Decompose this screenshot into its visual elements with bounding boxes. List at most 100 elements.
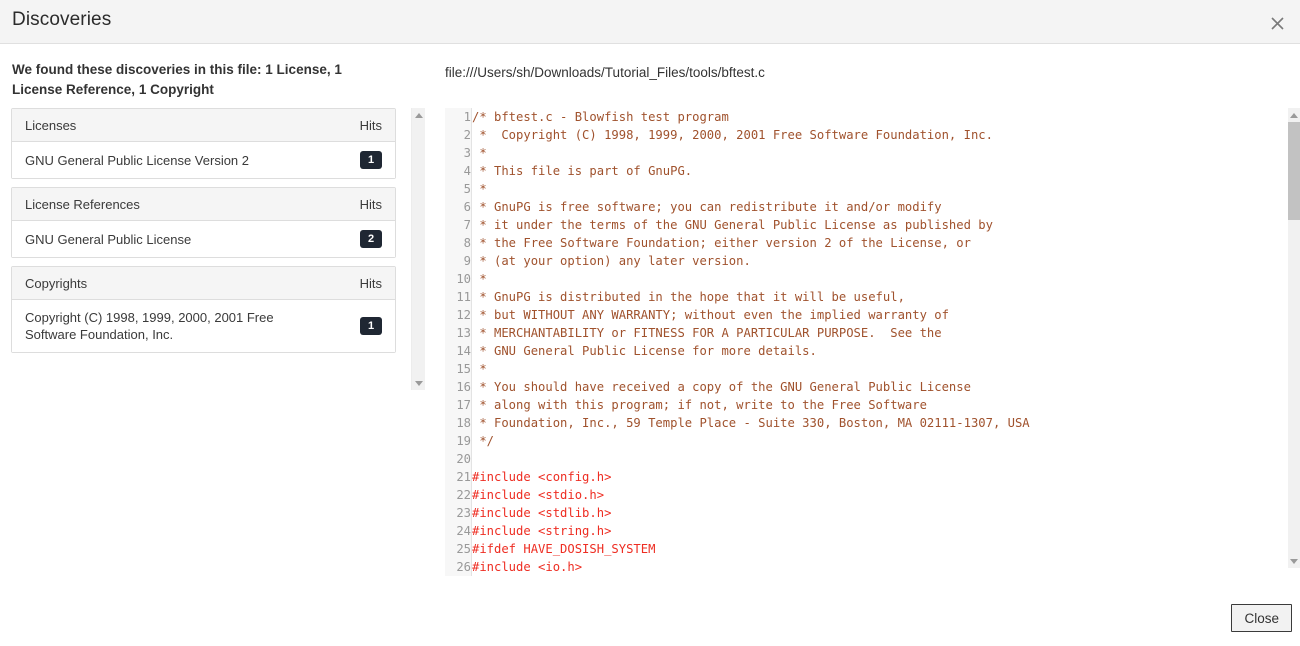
code-line: 11 * GnuPG is distributed in the hope th… (445, 288, 1030, 306)
line-number: 21 (445, 468, 472, 486)
hits-column-header: Hits (360, 276, 382, 291)
line-number: 3 (445, 144, 472, 162)
code-scrollbar-thumb[interactable] (1288, 122, 1300, 220)
hits-column-header: Hits (360, 197, 382, 212)
discovery-group-title: License References (25, 197, 140, 212)
code-line-text: * Copyright (C) 1998, 1999, 2000, 2001 F… (472, 126, 1030, 144)
code-line: 24#include <string.h> (445, 522, 1030, 540)
code-line: 12 * but WITHOUT ANY WARRANTY; without e… (445, 306, 1030, 324)
discoveries-scrollbar[interactable] (411, 108, 425, 390)
line-number: 10 (445, 270, 472, 288)
code-line: 20 (445, 450, 1030, 468)
code-line: 16 * You should have received a copy of … (445, 378, 1030, 396)
dialog-footer: Close (0, 590, 1300, 646)
code-line-text: #include <stdlib.h> (472, 504, 1030, 522)
code-line-text: * MERCHANTABILITY or FITNESS FOR A PARTI… (472, 324, 1030, 342)
line-number: 16 (445, 378, 472, 396)
line-number: 17 (445, 396, 472, 414)
discovery-group-header: Copyrights Hits (12, 267, 395, 300)
code-line: 8 * the Free Software Foundation; either… (445, 234, 1030, 252)
discovery-label: GNU General Public License (25, 231, 203, 248)
code-scroll-area[interactable]: 1/* bftest.c - Blowfish test program2 * … (445, 108, 1268, 614)
line-number: 2 (445, 126, 472, 144)
scroll-down-arrow-icon[interactable] (412, 376, 425, 390)
code-line: 19 */ (445, 432, 1030, 450)
line-number: 12 (445, 306, 472, 324)
code-line-text: * (472, 270, 1030, 288)
code-line: 6 * GnuPG is free software; you can redi… (445, 198, 1030, 216)
code-line-text: * the Free Software Foundation; either v… (472, 234, 1030, 252)
code-line-text: #ifdef HAVE_DOSISH_SYSTEM (472, 540, 1030, 558)
code-scrollbar[interactable] (1288, 108, 1300, 568)
code-line-text: * (at your option) any later version. (472, 252, 1030, 270)
line-number: 5 (445, 180, 472, 198)
code-line: 23#include <stdlib.h> (445, 504, 1030, 522)
code-line: 7 * it under the terms of the GNU Genera… (445, 216, 1030, 234)
code-line: 5 * (445, 180, 1030, 198)
code-table: 1/* bftest.c - Blowfish test program2 * … (445, 108, 1030, 576)
discoveries-panel: We found these discoveries in this file:… (0, 44, 425, 646)
line-number: 15 (445, 360, 472, 378)
code-line-text: #include <io.h> (472, 558, 1030, 576)
code-line: 10 * (445, 270, 1030, 288)
discovery-label: GNU General Public License Version 2 (25, 152, 261, 169)
scroll-up-arrow-icon[interactable] (412, 108, 425, 122)
code-line: 13 * MERCHANTABILITY or FITNESS FOR A PA… (445, 324, 1030, 342)
code-line: 17 * along with this program; if not, wr… (445, 396, 1030, 414)
code-viewer: 1/* bftest.c - Blowfish test program2 * … (445, 108, 1300, 614)
code-line: 3 * (445, 144, 1030, 162)
code-line-text: /* bftest.c - Blowfish test program (472, 108, 1030, 126)
line-number: 7 (445, 216, 472, 234)
code-line-text: * GnuPG is distributed in the hope that … (472, 288, 1030, 306)
code-line-text: * Foundation, Inc., 59 Temple Place - Su… (472, 414, 1030, 432)
code-line: 15 * (445, 360, 1030, 378)
discovery-group-header: Licenses Hits (12, 109, 395, 142)
discovery-group: Copyrights Hits Copyright (C) 1998, 1999, … (11, 266, 396, 353)
hits-badge: 1 (360, 151, 382, 169)
code-line: 4 * This file is part of GnuPG. (445, 162, 1030, 180)
close-x-icon[interactable] (1264, 10, 1290, 36)
code-line-text: #include <string.h> (472, 522, 1030, 540)
code-line: 1/* bftest.c - Blowfish test program (445, 108, 1030, 126)
line-number: 18 (445, 414, 472, 432)
discovery-group-title: Copyrights (25, 276, 87, 291)
code-line-text: * GNU General Public License for more de… (472, 342, 1030, 360)
code-line-text: * (472, 360, 1030, 378)
code-line-text: */ (472, 432, 1030, 450)
code-line: 9 * (at your option) any later version. (445, 252, 1030, 270)
code-line: 25#ifdef HAVE_DOSISH_SYSTEM (445, 540, 1030, 558)
code-line-text: * GnuPG is free software; you can redist… (472, 198, 1030, 216)
line-number: 1 (445, 108, 472, 126)
page-title: Discoveries (12, 9, 111, 31)
close-button[interactable]: Close (1231, 604, 1292, 632)
line-number: 11 (445, 288, 472, 306)
file-viewer-panel: file:///Users/sh/Downloads/Tutorial_File… (425, 44, 1300, 646)
code-line: 26#include <io.h> (445, 558, 1030, 576)
discovery-group: License References Hits GNU General Public… (11, 187, 396, 258)
code-line-text: * along with this program; if not, write… (472, 396, 1030, 414)
hits-badge: 1 (360, 317, 382, 335)
line-number: 23 (445, 504, 472, 522)
list-item[interactable]: Copyright (C) 1998, 1999, 2000, 2001 Fre… (12, 300, 395, 352)
line-number: 19 (445, 432, 472, 450)
discovery-group-title: Licenses (25, 118, 76, 133)
line-number: 6 (445, 198, 472, 216)
list-item[interactable]: GNU General Public License2 (12, 221, 395, 257)
code-line-text: * This file is part of GnuPG. (472, 162, 1030, 180)
discoveries-list-scroll: Licenses Hits GNU General Public License V… (11, 108, 411, 390)
code-line-text: #include <config.h> (472, 468, 1030, 486)
line-number: 9 (445, 252, 472, 270)
discovery-group-header: License References Hits (12, 188, 395, 221)
code-line: 2 * Copyright (C) 1998, 1999, 2000, 2001… (445, 126, 1030, 144)
code-line-text (472, 450, 1030, 468)
line-number: 4 (445, 162, 472, 180)
list-item[interactable]: GNU General Public License Version 2 1 (12, 142, 395, 178)
code-line: 21#include <config.h> (445, 468, 1030, 486)
code-scroll-down-arrow-icon[interactable] (1288, 554, 1300, 568)
hits-column-header: Hits (360, 118, 382, 133)
line-number: 22 (445, 486, 472, 504)
line-number: 26 (445, 558, 472, 576)
code-scroll-up-arrow-icon[interactable] (1288, 108, 1300, 122)
code-line-text: #include <stdio.h> (472, 486, 1030, 504)
line-number: 8 (445, 234, 472, 252)
